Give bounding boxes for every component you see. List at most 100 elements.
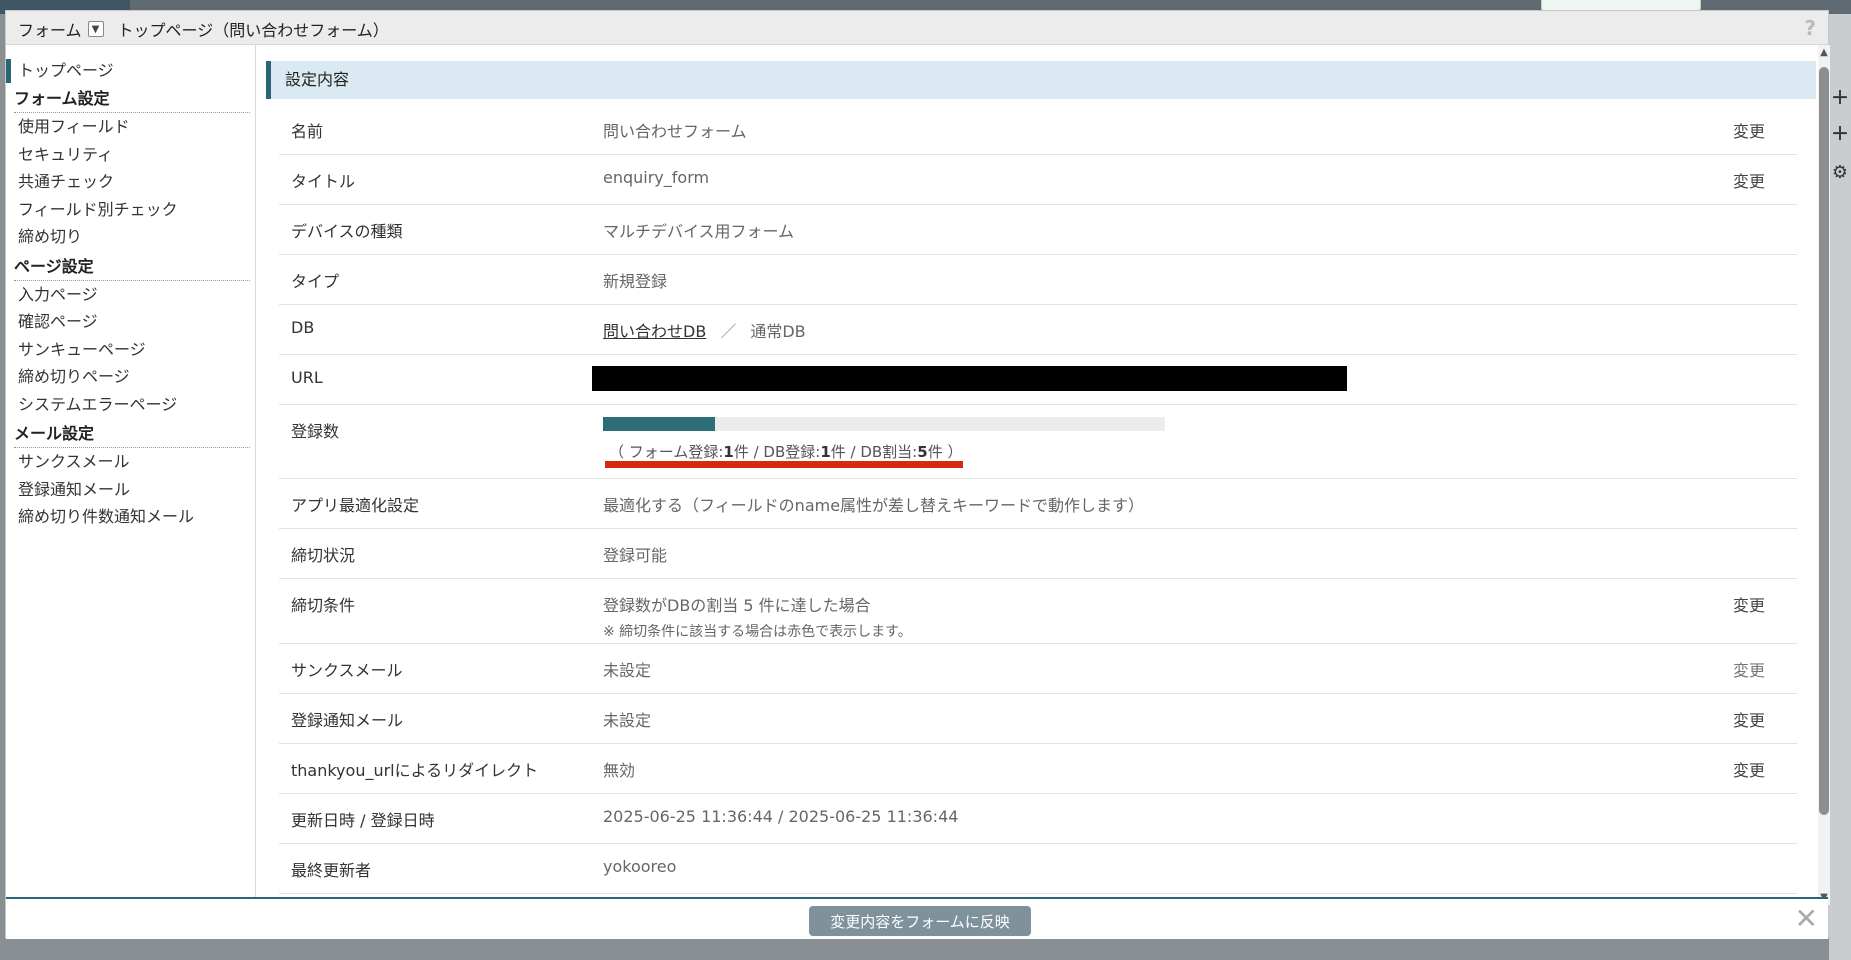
row-value: 登録数がDBの割当 5 件に達した場合 [603,596,871,615]
db-quota: 5 [917,443,928,461]
table-row: thankyou_urlによるリダイレクト 無効 変更 [279,744,1797,794]
sidebar-item-system-error-page[interactable]: システムエラーページ [6,391,255,419]
sidebar-heading-mail-settings: メール設定 [14,422,250,448]
table-row: 締切状況 登録可能 [279,529,1797,579]
row-label: DB [291,318,315,337]
sidebar-item-top-page[interactable]: トップページ [6,59,255,83]
table-row: デバイスの種類 マルチデバイス用フォーム [279,205,1797,255]
row-label: 登録通知メール [291,711,404,730]
change-name-link[interactable]: 変更 [1733,118,1765,142]
plus-icon: ＋ [1831,124,1849,145]
table-row: 最終更新者 yokooreo [279,844,1797,894]
row-value: 未設定 [603,661,652,680]
dialog-footer: 変更内容をフォームに反映 ✕ [6,897,1828,939]
form-count: 1 [723,443,734,461]
table-row: タイトル enquiry_form 変更 [279,155,1797,205]
sidebar-heading-form-settings: フォーム設定 [14,87,250,113]
row-label: タイトル [291,172,356,191]
table-row: サンクスメール 未設定 変更 [279,644,1797,694]
sidebar-item-deadline-page[interactable]: 締め切りページ [6,363,255,391]
row-label: サンクスメール [291,661,403,680]
row-value: yokooreo [603,857,677,876]
row-value: 問い合わせフォーム [603,122,747,141]
settings-sidebar: トップページ フォーム設定 使用フィールド セキュリティ 共通チェック フィール… [6,45,256,905]
change-notify-mail-link[interactable]: 変更 [1733,707,1765,731]
scroll-up-icon[interactable]: ▲ [1818,47,1830,58]
row-value: enquiry_form [603,168,710,187]
row-value: 未設定 [603,711,652,730]
chevron-down-icon[interactable]: ▼ [87,21,104,37]
db-separator: ／ [720,322,737,341]
sidebar-item-input-page[interactable]: 入力ページ [6,281,255,309]
db-kind: 通常DB [750,322,806,341]
registration-counts: （ フォーム登録:1件 / DB登録:1件 / DB割当:5件 ） [609,441,962,462]
registration-progress-fill [603,417,716,431]
breadcrumb: フォーム ▼ トップページ（問い合わせフォーム） [18,17,389,41]
change-redirect-link[interactable]: 変更 [1733,757,1765,781]
apply-changes-button[interactable]: 変更内容をフォームに反映 [809,906,1031,936]
db-count: 1 [820,443,831,461]
db-link[interactable]: 問い合わせDB [603,322,706,341]
dialog-header: フォーム ▼ トップページ（問い合わせフォーム） ? [6,11,1828,45]
settings-content: 設定内容 名前 問い合わせフォーム 変更 タイトル enquiry_form 変… [262,45,1818,905]
close-icon[interactable]: ✕ [1795,905,1818,933]
section-title: 設定内容 [266,61,1816,99]
breadcrumb-form[interactable]: フォーム [18,17,82,41]
change-deadline-link[interactable]: 変更 [1733,592,1765,616]
sidebar-item-common-check[interactable]: 共通チェック [6,168,255,196]
counts-mid1: 件 / DB登録: [733,443,821,461]
sidebar-item-field-check[interactable]: フィールド別チェック [6,196,255,224]
table-row: 名前 問い合わせフォーム 変更 [279,105,1797,155]
sidebar-item-thanks-mail[interactable]: サンクスメール [6,448,255,476]
row-value: 問い合わせDB ／ 通常DB [603,318,806,342]
sidebar-item-used-fields[interactable]: 使用フィールド [6,113,255,141]
row-label: URL [291,368,323,387]
plus-icon: ＋ [1831,88,1849,109]
sidebar-item-deadline[interactable]: 締め切り [6,223,255,251]
row-label: タイプ [291,272,340,291]
counts-mid2: 件 / DB割当: [830,443,918,461]
row-label: thankyou_urlによるリダイレクト [291,761,539,780]
table-row: 登録通知メール 未設定 変更 [279,694,1797,744]
row-label: 登録数 [291,422,340,441]
form-settings-dialog: フォーム ▼ トップページ（問い合わせフォーム） ? トップページ フォーム設定… [5,10,1830,939]
scrollbar-thumb[interactable] [1819,67,1829,815]
settings-table: 名前 問い合わせフォーム 変更 タイトル enquiry_form 変更 デバイ… [279,105,1797,894]
registration-progress-bar [603,417,1165,431]
breadcrumb-current-page: トップページ（問い合わせフォーム） [117,21,389,40]
table-row: 締切条件 登録数がDBの割当 5 件に達した場合 ※ 締切条件に該当する場合は赤… [279,579,1797,644]
table-row: 更新日時 / 登録日時 2025-06-25 11:36:44 / 2025-0… [279,794,1797,844]
gear-icon: ⚙ [1831,162,1849,183]
url-redacted [592,366,1347,391]
change-title-link[interactable]: 変更 [1733,168,1765,192]
table-row: URL [279,355,1797,405]
vertical-scrollbar[interactable]: ▲ ▼ [1818,45,1830,905]
table-row: 登録数 （ フォーム登録:1件 / DB登録:1件 / DB割当:5件 ） [279,405,1797,479]
row-label: デバイスの種類 [291,222,403,241]
background-right-toolbar: ＋ ＋ ⚙ [1829,14,1851,960]
sidebar-heading-page-settings: ページ設定 [14,255,250,281]
row-label: アプリ最適化設定 [291,496,420,515]
table-row: DB 問い合わせDB ／ 通常DB [279,305,1797,355]
row-value: マルチデバイス用フォーム [603,222,795,241]
row-label: 最終更新者 [291,861,372,880]
row-label: 名前 [291,122,324,141]
row-label: 締切状況 [291,546,356,565]
sidebar-item-confirm-page[interactable]: 確認ページ [6,308,255,336]
change-thanks-mail-link[interactable]: 変更 [1733,657,1765,681]
row-label: 更新日時 / 登録日時 [291,811,435,830]
help-icon[interactable]: ? [1804,16,1816,40]
table-row: タイプ 新規登録 [279,255,1797,305]
sidebar-item-security[interactable]: セキュリティ [6,141,255,169]
row-value: 最適化する（フィールドのname属性が差し替えキーワードで動作します） [603,496,1145,515]
row-label: 締切条件 [291,596,356,615]
highlight-underline [605,461,963,468]
sidebar-item-deadline-count-mail[interactable]: 締め切り件数通知メール [6,503,255,531]
row-value: 無効 [603,761,636,780]
sidebar-item-thankyou-page[interactable]: サンキューページ [6,336,255,364]
deadline-note: ※ 締切条件に該当する場合は赤色で表示します。 [603,624,912,640]
row-value: 新規登録 [603,272,668,291]
table-row: アプリ最適化設定 最適化する（フィールドのname属性が差し替えキーワードで動作… [279,479,1797,529]
counts-open: （ フォーム登録: [609,443,724,461]
sidebar-item-notify-mail[interactable]: 登録通知メール [6,476,255,504]
